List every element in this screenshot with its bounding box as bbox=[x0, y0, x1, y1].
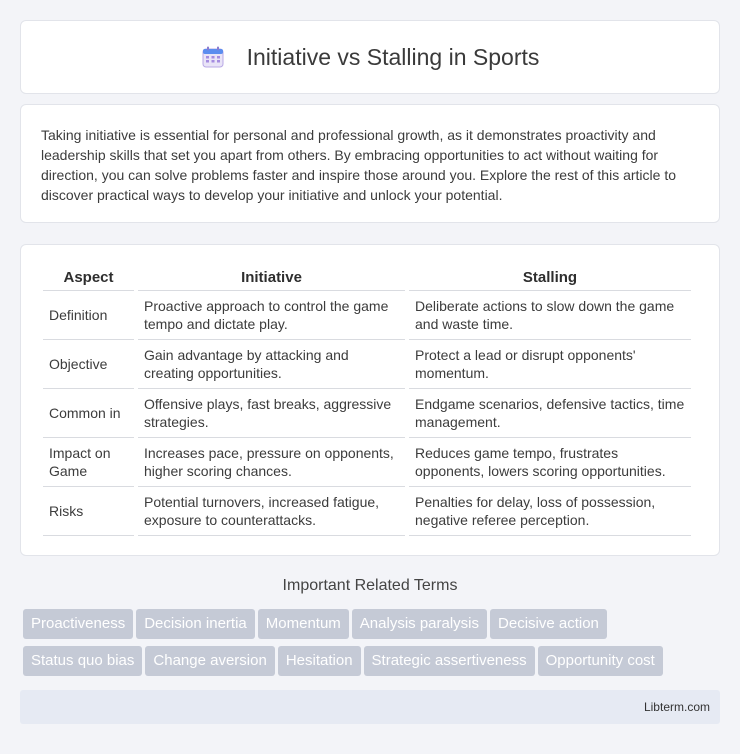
header-stalling: Stalling bbox=[409, 265, 691, 291]
calendar-icon bbox=[202, 46, 224, 68]
related-term-tag[interactable]: Strategic assertiveness bbox=[363, 646, 535, 676]
row-aspect: Objective bbox=[43, 340, 134, 389]
row-initiative: Increases pace, pressure on opponents, h… bbox=[138, 438, 405, 487]
intro-paragraph: Taking initiative is essential for perso… bbox=[41, 127, 677, 203]
comparison-table: Aspect Initiative Stalling Definition Pr… bbox=[39, 265, 695, 536]
row-stalling: Reduces game tempo, frustrates opponents… bbox=[409, 438, 691, 487]
footer: Libterm.com bbox=[20, 690, 720, 724]
related-term-tag[interactable]: Momentum bbox=[257, 609, 349, 639]
related-term-tag[interactable]: Analysis paralysis bbox=[351, 609, 488, 639]
related-term-tag[interactable]: Hesitation bbox=[277, 646, 361, 676]
row-initiative: Proactive approach to control the game t… bbox=[138, 291, 405, 340]
comparison-card: Aspect Initiative Stalling Definition Pr… bbox=[20, 244, 720, 556]
row-stalling: Deliberate actions to slow down the game… bbox=[409, 291, 691, 340]
header-aspect: Aspect bbox=[43, 265, 134, 291]
footer-site-link[interactable]: Libterm.com bbox=[644, 700, 710, 714]
table-row: Definition Proactive approach to control… bbox=[43, 291, 691, 340]
row-stalling: Endgame scenarios, defensive tactics, ti… bbox=[409, 389, 691, 438]
row-aspect: Risks bbox=[43, 487, 134, 536]
row-stalling: Protect a lead or disrupt opponents' mom… bbox=[409, 340, 691, 389]
row-initiative: Potential turnovers, increased fatigue, … bbox=[138, 487, 405, 536]
table-row: Risks Potential turnovers, increased fat… bbox=[43, 487, 691, 536]
intro-card: Taking initiative is essential for perso… bbox=[20, 104, 720, 223]
header-initiative: Initiative bbox=[138, 265, 405, 291]
row-aspect: Common in bbox=[43, 389, 134, 438]
related-term-tag[interactable]: Status quo bias bbox=[23, 646, 143, 676]
related-term-tag[interactable]: Opportunity cost bbox=[537, 646, 663, 676]
related-term-tag[interactable]: Proactiveness bbox=[23, 609, 134, 639]
related-term-tag[interactable]: Change aversion bbox=[145, 646, 275, 676]
table-row: Impact on Game Increases pace, pressure … bbox=[43, 438, 691, 487]
related-terms-list: Proactiveness Decision inertia Momentum … bbox=[20, 609, 720, 683]
related-term-tag[interactable]: Decisive action bbox=[490, 609, 607, 639]
row-stalling: Penalties for delay, loss of possession,… bbox=[409, 487, 691, 536]
title-card: Initiative vs Stalling in Sports bbox=[20, 20, 720, 94]
row-aspect: Impact on Game bbox=[43, 438, 134, 487]
table-row: Common in Offensive plays, fast breaks, … bbox=[43, 389, 691, 438]
table-header-row: Aspect Initiative Stalling bbox=[43, 265, 691, 291]
related-term-tag[interactable]: Decision inertia bbox=[136, 609, 255, 639]
page-title: Initiative vs Stalling in Sports bbox=[246, 43, 540, 70]
table-row: Objective Gain advantage by attacking an… bbox=[43, 340, 691, 389]
related-terms-heading: Important Related Terms bbox=[282, 577, 458, 594]
row-aspect: Definition bbox=[43, 291, 134, 340]
row-initiative: Offensive plays, fast breaks, aggressive… bbox=[138, 389, 405, 438]
row-initiative: Gain advantage by attacking and creating… bbox=[138, 340, 405, 389]
